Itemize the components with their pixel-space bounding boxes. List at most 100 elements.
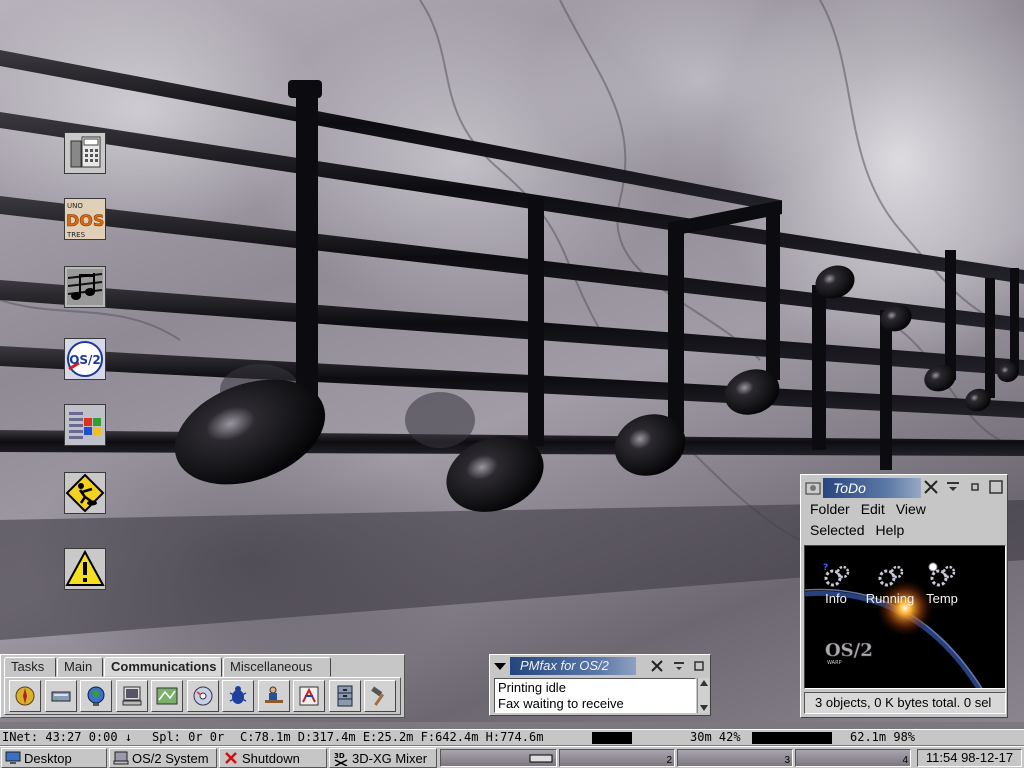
desktop-button[interactable]: Desktop: [1, 748, 107, 768]
phone-fax-icon[interactable]: [64, 132, 106, 174]
uno-label: UNO: [67, 202, 83, 210]
window-menu-arrow-icon[interactable]: [494, 660, 506, 674]
globe-icon: [87, 686, 105, 706]
terminal-icon: [122, 686, 141, 706]
drive-space-monitor[interactable]: C:78.1m D:317.4m E:25.2m F:642.4m H:774.…: [240, 730, 543, 745]
virtual-desktop-2-number: 2: [666, 755, 672, 766]
close-icon[interactable]: [923, 479, 939, 495]
pmfax-titlebar[interactable]: PMfax for OS/2: [510, 657, 636, 675]
shutdown-button[interactable]: Shutdown: [219, 748, 327, 768]
warp-logo-subtext: WARP: [827, 660, 842, 666]
tab-miscellaneous[interactable]: Miscellaneous: [223, 657, 331, 677]
bug-button[interactable]: [222, 680, 254, 712]
minimize-icon[interactable]: [691, 658, 707, 674]
virtual-desktop-4[interactable]: 4: [795, 749, 911, 767]
terminal-button[interactable]: [115, 680, 148, 712]
todo-titlebar[interactable]: ToDo: [823, 478, 921, 498]
menu-selected[interactable]: Selected: [810, 520, 864, 541]
maximize-icon[interactable]: [988, 479, 1004, 495]
cpu-meter-bar: [592, 732, 632, 744]
info-label: Info: [825, 591, 847, 606]
todo-folder-contents: OS/2 WARP ? Info Running Temp: [804, 545, 1006, 689]
tab-communications[interactable]: Communications: [104, 657, 222, 677]
hide-icon[interactable]: [945, 479, 961, 495]
temp-object[interactable]: Temp: [913, 562, 971, 606]
hide-icon[interactable]: [671, 658, 687, 674]
globe-button[interactable]: [80, 680, 112, 712]
gears-temp-icon: [928, 562, 956, 587]
menu-edit[interactable]: Edit: [861, 499, 885, 520]
fax-tool-button[interactable]: [293, 680, 325, 712]
launchpad-tabs: Tasks Main Communications Miscellaneous: [4, 657, 332, 677]
os2-system-icon[interactable]: OS/2: [64, 338, 106, 380]
launchpad-button-row: [4, 677, 401, 715]
file-cabinet-button[interactable]: [328, 680, 361, 712]
svg-text:?: ?: [823, 563, 828, 573]
os2-logo-text: OS/2: [69, 353, 101, 367]
memory-meter-bar: [752, 732, 832, 744]
tab-main[interactable]: Main: [57, 657, 103, 677]
tab-tasks[interactable]: Tasks: [4, 657, 56, 677]
info-object[interactable]: ? Info: [807, 562, 865, 606]
hammer-button[interactable]: [364, 680, 396, 712]
mixer-button[interactable]: 3D 3D-XG Mixer: [329, 748, 437, 768]
gears-info-icon: ?: [823, 563, 850, 587]
gears-running-icon: [878, 565, 904, 587]
bug-icon: [229, 686, 247, 704]
under-construction-icon[interactable]: [64, 472, 106, 514]
windows-programs-icon[interactable]: [64, 404, 106, 446]
todo-status-line: 3 objects, 0 K bytes total. 0 sel: [804, 692, 1006, 714]
compass-icon: [15, 686, 35, 706]
music-folder-icon[interactable]: [64, 266, 106, 308]
modem-button[interactable]: [44, 680, 77, 712]
warning-icon[interactable]: [64, 548, 106, 590]
modem-icon: [51, 691, 70, 702]
virtual-desktop-3[interactable]: 3: [677, 749, 793, 767]
pmfax-window: PMfax for OS/2 Printing idle Fax waiting…: [489, 654, 711, 716]
hammer-icon: [371, 686, 385, 706]
pmfax-scrollbar[interactable]: [697, 678, 709, 713]
os2-system-button[interactable]: OS/2 System: [109, 748, 217, 768]
minimize-icon[interactable]: [967, 479, 983, 495]
clock[interactable]: 11:54 98-12-17: [917, 749, 1022, 767]
virtual-desktop-3-number: 3: [784, 755, 790, 766]
printing-status: Printing idle: [498, 680, 566, 695]
uno-dos-tres-icon[interactable]: UNO DOS TRES: [64, 198, 106, 240]
pmfax-status-list: Printing idle Fax waiting to receive: [494, 678, 696, 713]
desktop-button-label: Desktop: [24, 750, 72, 766]
taskbar: Desktop OS/2 System Shutdown 3D 3D-XG Mi…: [0, 746, 1024, 768]
running-label: Running: [865, 591, 915, 606]
network-map-icon: [156, 687, 178, 705]
launchpad: Tasks Main Communications Miscellaneous: [0, 654, 405, 718]
todo-folder-window: ToDo Folder Edit View Selected Help OS/2…: [800, 474, 1008, 718]
virtual-desktop-4-number: 4: [902, 755, 908, 766]
spooler-monitor[interactable]: Spl: 0r 0r: [152, 730, 224, 745]
system-monitor-bar: INet: 43:27 0:00 ↓ Spl: 0r 0r C:78.1m D:…: [0, 729, 1024, 745]
shutdown-x-icon: [222, 750, 240, 766]
temp-label: Temp: [926, 591, 958, 606]
menu-help[interactable]: Help: [875, 520, 904, 541]
network-map-button[interactable]: [151, 680, 183, 712]
running-object[interactable]: Running: [861, 562, 919, 606]
compass-button[interactable]: [9, 680, 41, 712]
fax-tool-icon: [299, 686, 319, 706]
person-desk-button[interactable]: [257, 680, 290, 712]
swap-monitor[interactable]: 30m 42%: [690, 730, 741, 745]
os2-warp-logo-text: OS/2: [825, 640, 873, 661]
mixer-icon: 3D: [332, 750, 350, 766]
inet-monitor[interactable]: INet: 43:27 0:00 ↓: [2, 730, 132, 745]
shutdown-button-label: Shutdown: [242, 750, 300, 766]
virtual-desktop-1[interactable]: [440, 749, 557, 767]
virtual-desktop-2[interactable]: 2: [559, 749, 675, 767]
person-desk-icon: [264, 686, 283, 703]
todo-menubar: Folder Edit View Selected Help: [805, 499, 1005, 541]
cd-button[interactable]: [186, 680, 219, 712]
os2-system-button-label: OS/2 System: [132, 750, 209, 766]
memory-monitor[interactable]: 62.1m 98%: [850, 730, 915, 745]
system-menu-icon[interactable]: [805, 480, 821, 499]
menu-view[interactable]: View: [896, 499, 926, 520]
cd-icon: [193, 686, 212, 706]
menu-folder[interactable]: Folder: [810, 499, 850, 520]
close-icon[interactable]: [649, 658, 665, 674]
tres-label: TRES: [66, 231, 86, 239]
